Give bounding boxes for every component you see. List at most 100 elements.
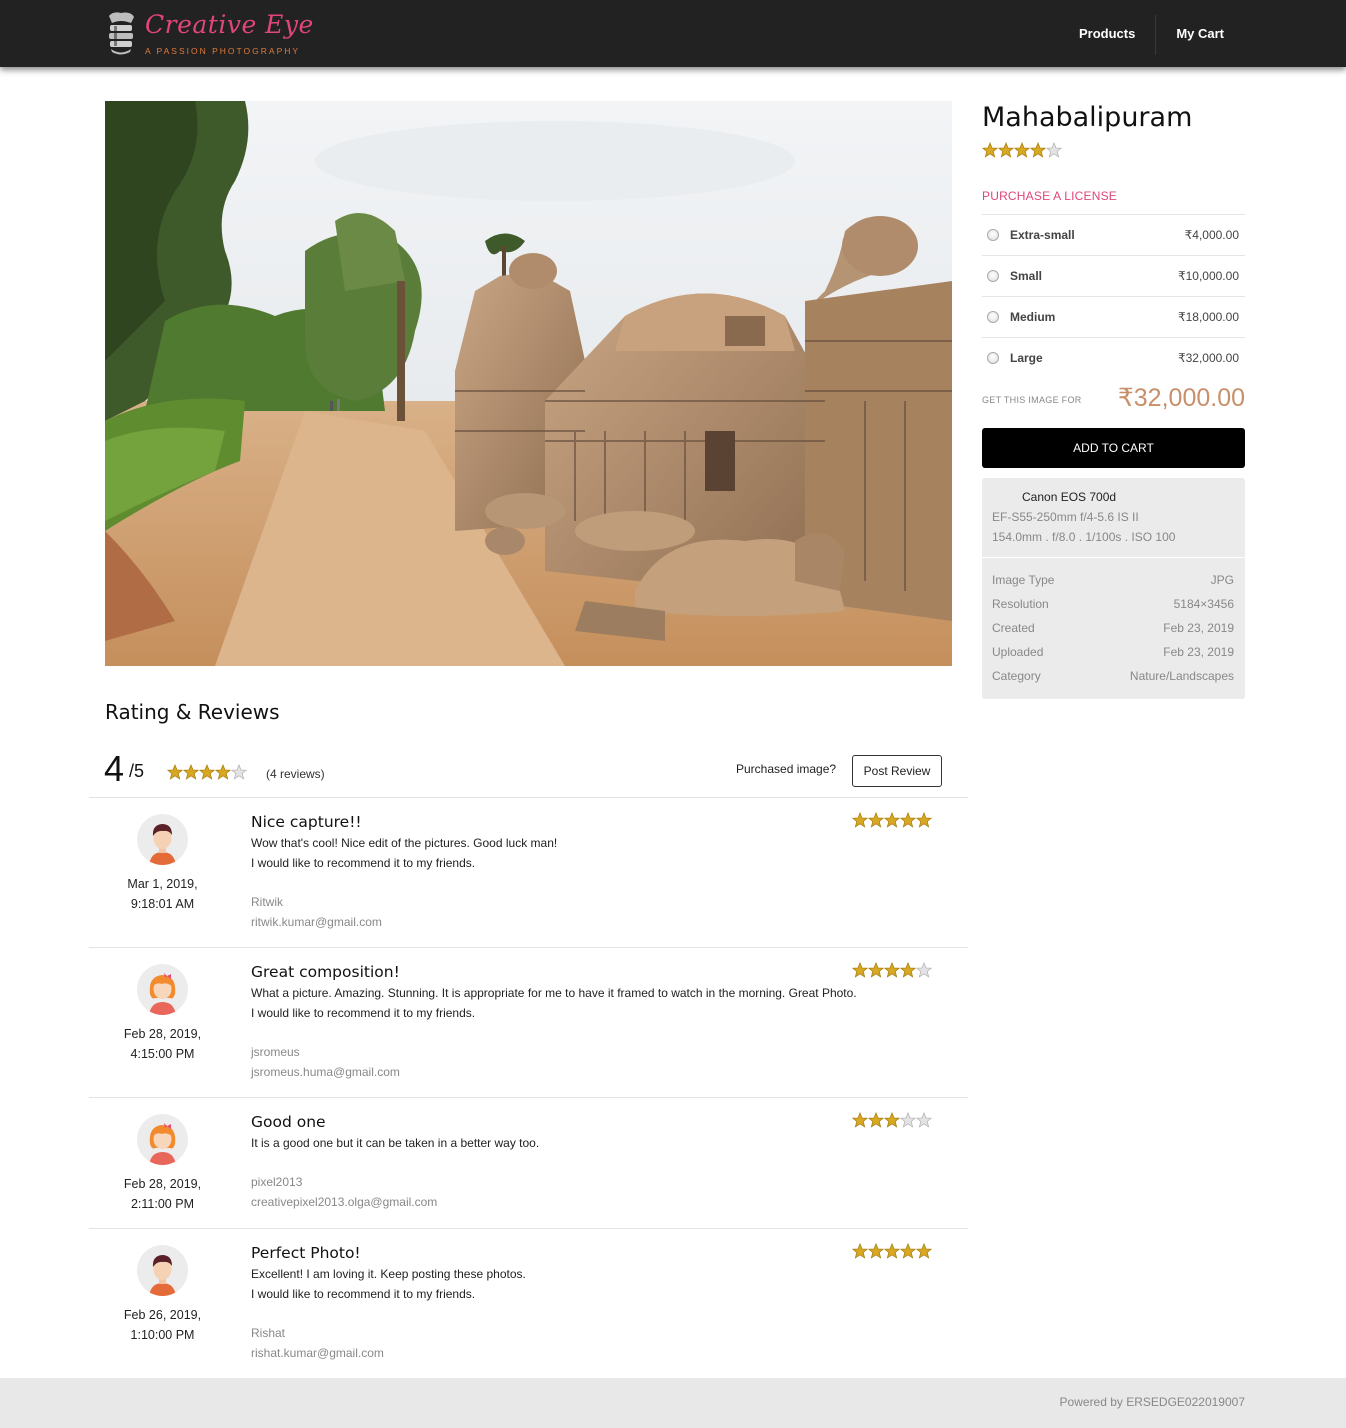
main-nav: Products My Cart (1059, 15, 1244, 55)
review-line: What a picture. Amazing. Stunning. It is… (251, 986, 857, 1000)
radio-button[interactable] (987, 270, 999, 282)
license-name: Medium (1010, 310, 1056, 324)
reviewer-email: jsromeus.huma@gmail.com (251, 1065, 400, 1079)
review-date: Mar 1, 2019, 9:18:01 AM (89, 874, 236, 914)
reviewer-name: jsromeus (251, 1045, 300, 1059)
review-date-time: 4:15:00 PM (130, 1047, 195, 1061)
reviewer-name: pixel2013 (251, 1175, 303, 1189)
star-filled-icon (215, 764, 231, 780)
reviews-list: Mar 1, 2019, 9:18:01 AM Nice capture!! W… (89, 797, 968, 1377)
star-empty-icon (916, 1112, 932, 1128)
radio-button[interactable] (987, 352, 999, 364)
star-filled-icon (982, 142, 998, 158)
review-body: Wow that's cool! Nice edit of the pictur… (251, 833, 557, 873)
meta-key: Created (992, 621, 1035, 635)
reviewer: Rishat rishat.kumar@gmail.com (251, 1323, 384, 1363)
camera-lens: EF-S55-250mm f/4-5.6 IS II (992, 510, 1139, 524)
license-option-large[interactable]: Large ₹32,000.00 (982, 338, 1245, 379)
star-filled-icon (1014, 142, 1030, 158)
star-filled-icon (868, 1243, 884, 1259)
review-item: Mar 1, 2019, 9:18:01 AM Nice capture!! W… (89, 798, 968, 948)
temple-landscape-image (105, 101, 952, 666)
nav-products-link[interactable]: Products (1059, 15, 1155, 55)
camera-settings: 154.0mm . f/8.0 . 1/100s . ISO 100 (992, 530, 1176, 544)
star-filled-icon (900, 962, 916, 978)
review-item: Feb 28, 2019, 2:11:00 PM Good one It is … (89, 1098, 968, 1229)
page-footer: Powered by ERSEDGE022019007 (0, 1378, 1346, 1428)
license-price: ₹10,000.00 (1177, 269, 1239, 283)
review-date-day: Mar 1, 2019, (127, 877, 198, 891)
review-rating-stars (852, 812, 932, 828)
star-filled-icon (852, 1243, 868, 1259)
review-body: It is a good one but it can be taken in … (251, 1133, 539, 1153)
meta-key: Resolution (992, 597, 1049, 611)
camera-model: Canon EOS 700d (1022, 490, 1117, 504)
review-title: Perfect Photo! (251, 1244, 361, 1262)
review-date-time: 1:10:00 PM (130, 1328, 195, 1342)
brand-tagline: A PASSION PHOTOGRAPHY (145, 46, 301, 56)
summary-rating-stars (167, 764, 247, 780)
divider (982, 557, 1245, 558)
review-date-day: Feb 28, 2019, (123, 1027, 202, 1041)
add-to-cart-button[interactable]: ADD TO CART (982, 428, 1245, 468)
star-filled-icon (868, 812, 884, 828)
star-filled-icon (900, 1243, 916, 1259)
brand-logo[interactable]: Creative Eye A PASSION PHOTOGRAPHY (105, 10, 313, 58)
review-title: Great composition! (251, 963, 400, 981)
reviewer-name: Ritwik (251, 895, 283, 909)
star-empty-icon (916, 962, 932, 978)
score-out-of: /5 (129, 761, 145, 781)
review-line: I would like to recommend it to my frien… (251, 856, 476, 870)
meta-key: Category (992, 669, 1041, 683)
reviewer-name: Rishat (251, 1326, 286, 1340)
meta-value: Feb 23, 2019 (1163, 645, 1234, 659)
radio-button[interactable] (987, 311, 999, 323)
female-avatar-icon (137, 964, 188, 1015)
image-info-box: Canon EOS 700d EF-S55-250mm f/4-5.6 IS I… (982, 478, 1245, 699)
star-filled-icon (916, 1243, 932, 1259)
review-date: Feb 28, 2019, 2:11:00 PM (89, 1174, 236, 1214)
license-name: Large (1010, 351, 1043, 365)
license-option-small[interactable]: Small ₹10,000.00 (982, 256, 1245, 297)
license-option-medium[interactable]: Medium ₹18,000.00 (982, 297, 1245, 338)
review-rating-stars (852, 1112, 932, 1128)
star-filled-icon (167, 764, 183, 780)
star-filled-icon (183, 764, 199, 780)
star-empty-icon (900, 1112, 916, 1128)
star-filled-icon (852, 1112, 868, 1128)
reviewer: Ritwik ritwik.kumar@gmail.com (251, 892, 382, 932)
reviews-heading: Rating & Reviews (105, 700, 280, 724)
post-review-button[interactable]: Post Review (852, 755, 942, 787)
star-filled-icon (852, 812, 868, 828)
male-avatar-icon (137, 814, 188, 865)
review-body: Excellent! I am loving it. Keep posting … (251, 1264, 526, 1304)
meta-value: Feb 23, 2019 (1163, 621, 1234, 635)
camera-lens-logo-icon (109, 12, 134, 55)
top-navbar: Creative Eye A PASSION PHOTOGRAPHY Produ… (0, 0, 1346, 67)
footer-powered-by: Powered by ERSEDGE022019007 (1059, 1395, 1245, 1409)
license-price: ₹32,000.00 (1177, 351, 1239, 365)
star-filled-icon (1030, 142, 1046, 158)
meta-value: 5184×3456 (1173, 597, 1234, 611)
review-rating-stars (852, 962, 932, 978)
star-filled-icon (884, 1243, 900, 1259)
product-photo (105, 101, 952, 666)
purchased-image-label: Purchased image? (736, 762, 837, 776)
review-count: (4 reviews) (266, 767, 325, 781)
review-title: Nice capture!! (251, 813, 362, 831)
review-date-day: Feb 26, 2019, (123, 1308, 202, 1322)
star-filled-icon (868, 962, 884, 978)
license-option-extra-small[interactable]: Extra-small ₹4,000.00 (982, 215, 1245, 256)
nav-my-cart-link[interactable]: My Cart (1155, 15, 1244, 55)
radio-button[interactable] (987, 229, 999, 241)
license-options: Extra-small ₹4,000.00 Small ₹10,000.00 M… (982, 214, 1245, 379)
purchase-license-heading: PURCHASE A LICENSE (982, 189, 1117, 203)
reviewer: pixel2013 creativepixel2013.olga@gmail.c… (251, 1172, 437, 1212)
brand-name: Creative Eye (145, 10, 314, 39)
total-price: ₹32,000.00 (1117, 384, 1245, 412)
product-rating-stars (982, 142, 1062, 158)
meta-key: Image Type (992, 573, 1055, 587)
review-line: I would like to recommend it to my frien… (251, 1287, 476, 1301)
review-item: Feb 26, 2019, 1:10:00 PM Perfect Photo! … (89, 1229, 968, 1377)
reviewer-email: rishat.kumar@gmail.com (251, 1346, 384, 1360)
